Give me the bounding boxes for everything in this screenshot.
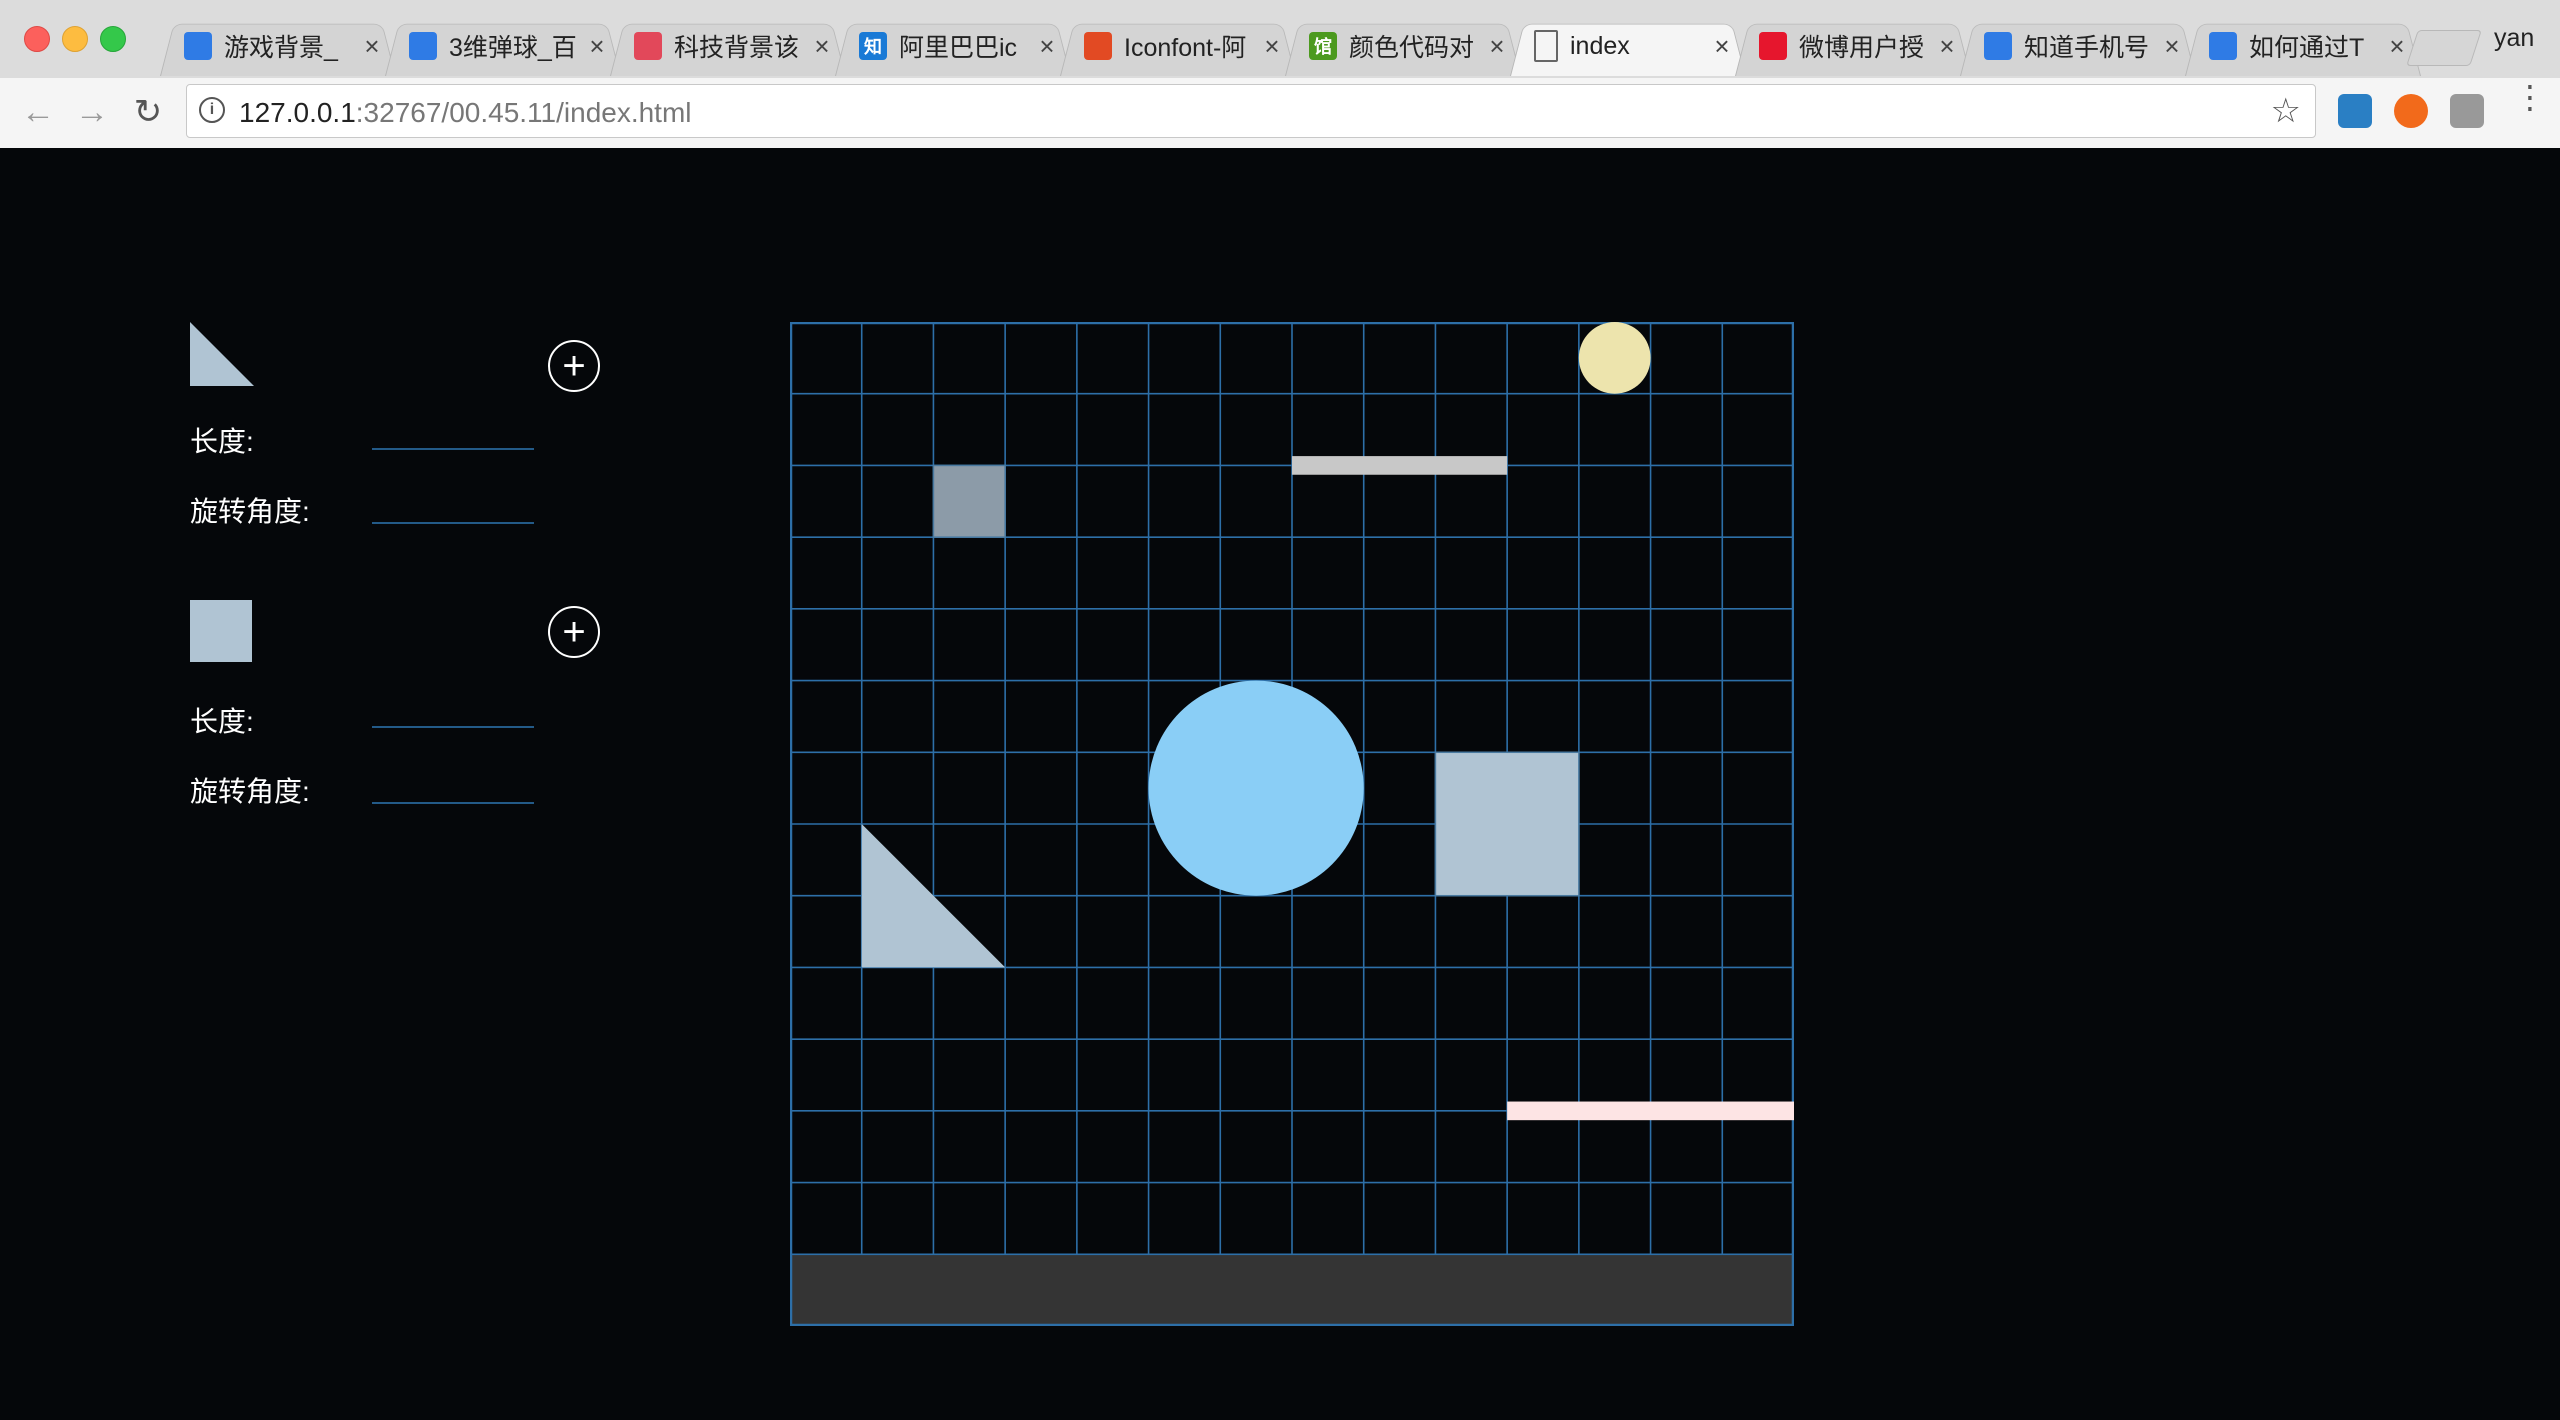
square-length-input[interactable] <box>372 688 534 728</box>
close-tab-icon[interactable]: × <box>1485 31 1509 62</box>
game-stage[interactable] <box>790 322 1794 1326</box>
close-tab-icon[interactable]: × <box>2385 31 2409 62</box>
paw-icon <box>409 32 437 60</box>
screenshot-extension-icon[interactable] <box>2450 94 2484 128</box>
stage-footer <box>790 1253 1794 1326</box>
tab-title: 阿里巴巴ic <box>899 34 1018 62</box>
tab-2[interactable]: 科技背景该 × <box>610 16 846 76</box>
tab-title: 科技背景该 <box>674 34 800 62</box>
triangle-angle-label: 旋转角度: <box>190 496 310 527</box>
tab-title: index <box>1570 31 1630 60</box>
yellow-ball[interactable] <box>1578 322 1651 394</box>
triangle-length-input[interactable] <box>372 410 534 450</box>
square-shape-icon[interactable] <box>190 600 252 662</box>
tab-7[interactable]: 微博用户授 × <box>1735 16 1971 76</box>
triangle-angle-input[interactable] <box>372 484 534 524</box>
paw-icon <box>2209 32 2237 60</box>
url-text[interactable]: 127.0.0.1:32767/00.45.11/index.html <box>239 97 692 129</box>
tab-4[interactable]: Iconfont-阿 × <box>1060 16 1296 76</box>
plus-icon: + <box>562 344 586 388</box>
tab-title: 如何通过T <box>2249 34 2365 62</box>
triangle-shape-icon[interactable] <box>190 322 254 386</box>
tab-0[interactable]: 游戏背景_ × <box>160 16 396 76</box>
infinity-extension-icon[interactable] <box>2394 94 2428 128</box>
zhi-icon: 知 <box>859 32 887 60</box>
plus-icon: + <box>562 610 586 654</box>
tab-title: 微博用户授 <box>1799 34 1925 62</box>
reload-icon: ↻ <box>133 93 163 131</box>
bookmark-star-icon[interactable]: ☆ <box>2271 91 2301 131</box>
paw-icon <box>184 32 212 60</box>
arrow-left-icon: ← <box>21 92 55 131</box>
close-tab-icon[interactable]: × <box>585 31 609 62</box>
tab-title: 知道手机号 <box>2024 34 2150 62</box>
close-tab-icon[interactable]: × <box>2160 31 2184 62</box>
tab-title: 3维弹球_百 <box>449 34 577 62</box>
reload-button[interactable]: ↻ <box>128 92 168 132</box>
paw-icon <box>1984 32 2012 60</box>
blue-circle[interactable] <box>1148 680 1364 896</box>
tab-1[interactable]: 3维弹球_百 × <box>385 16 621 76</box>
sogou-extension-icon[interactable] <box>2338 94 2372 128</box>
iconfont-icon <box>1084 32 1112 60</box>
tab-3[interactable]: 知阿里巴巴ic × <box>835 16 1071 76</box>
url-path: :32767/00.45.11/index.html <box>355 97 692 128</box>
close-window-button[interactable] <box>24 26 50 52</box>
info-icon[interactable]: i <box>199 97 225 123</box>
blob-icon <box>634 32 662 60</box>
url-host: 127.0.0.1 <box>239 97 356 128</box>
weibo-icon <box>1759 32 1787 60</box>
page-icon <box>1534 30 1558 62</box>
guan-icon: 馆 <box>1309 32 1337 60</box>
close-tab-icon[interactable]: × <box>1710 31 1734 62</box>
close-tab-icon[interactable]: × <box>360 31 384 62</box>
forward-button[interactable]: → <box>72 92 112 132</box>
close-tab-icon[interactable]: × <box>1260 31 1284 62</box>
close-tab-icon[interactable]: × <box>810 31 834 62</box>
minimize-window-button[interactable] <box>62 26 88 52</box>
more-menu-icon[interactable]: ⋮ <box>2514 81 2546 113</box>
new-tab-button[interactable] <box>2406 30 2482 66</box>
browser-toolbar: ← → ↻ i 127.0.0.1:32767/00.45.11/index.h… <box>0 78 2560 149</box>
small-square[interactable] <box>932 464 1006 538</box>
gray-bar[interactable] <box>1292 456 1508 475</box>
tab-8[interactable]: 知道手机号 × <box>1960 16 2196 76</box>
tab-title: Iconfont-阿 <box>1124 34 1247 62</box>
tab-strip: 游戏背景_ × 3维弹球_百 × 科技背景该 × 知阿里巴巴ic × Iconfont-阿 × 馆颜… <box>0 0 2560 79</box>
close-tab-icon[interactable]: × <box>1035 31 1059 62</box>
arrow-right-icon: → <box>75 92 109 131</box>
back-button[interactable]: ← <box>18 92 58 132</box>
square-length-label: 长度: <box>190 706 254 737</box>
close-tab-icon[interactable]: × <box>1935 31 1959 62</box>
triangle-length-label: 长度: <box>190 426 254 457</box>
zoom-window-button[interactable] <box>100 26 126 52</box>
tab-title: 游戏背景_ <box>224 34 338 62</box>
add-triangle-button[interactable]: + <box>548 340 600 392</box>
browser-chrome: 游戏背景_ × 3维弹球_百 × 科技背景该 × 知阿里巴巴ic × Iconfont-阿 × 馆颜… <box>0 0 2560 149</box>
stage-grid[interactable] <box>790 322 1794 1326</box>
address-bar[interactable]: i 127.0.0.1:32767/00.45.11/index.html ☆ <box>186 84 2316 138</box>
tab-9[interactable]: 如何通过T × <box>2185 16 2421 76</box>
add-square-button[interactable]: + <box>548 606 600 658</box>
profile-name[interactable]: yan <box>2494 24 2534 53</box>
square-angle-input[interactable] <box>372 764 534 804</box>
pink-bar[interactable] <box>1507 1101 1794 1121</box>
page-canvas: + 长度: 旋转角度: + 长度: 旋转角度: <box>0 148 2560 1420</box>
square-angle-label: 旋转角度: <box>190 776 310 807</box>
tab-5[interactable]: 馆颜色代码对 × <box>1285 16 1521 76</box>
tab-6[interactable]: index × <box>1510 16 1746 76</box>
tab-title: 颜色代码对 <box>1349 34 1475 62</box>
large-square[interactable] <box>1434 751 1580 897</box>
